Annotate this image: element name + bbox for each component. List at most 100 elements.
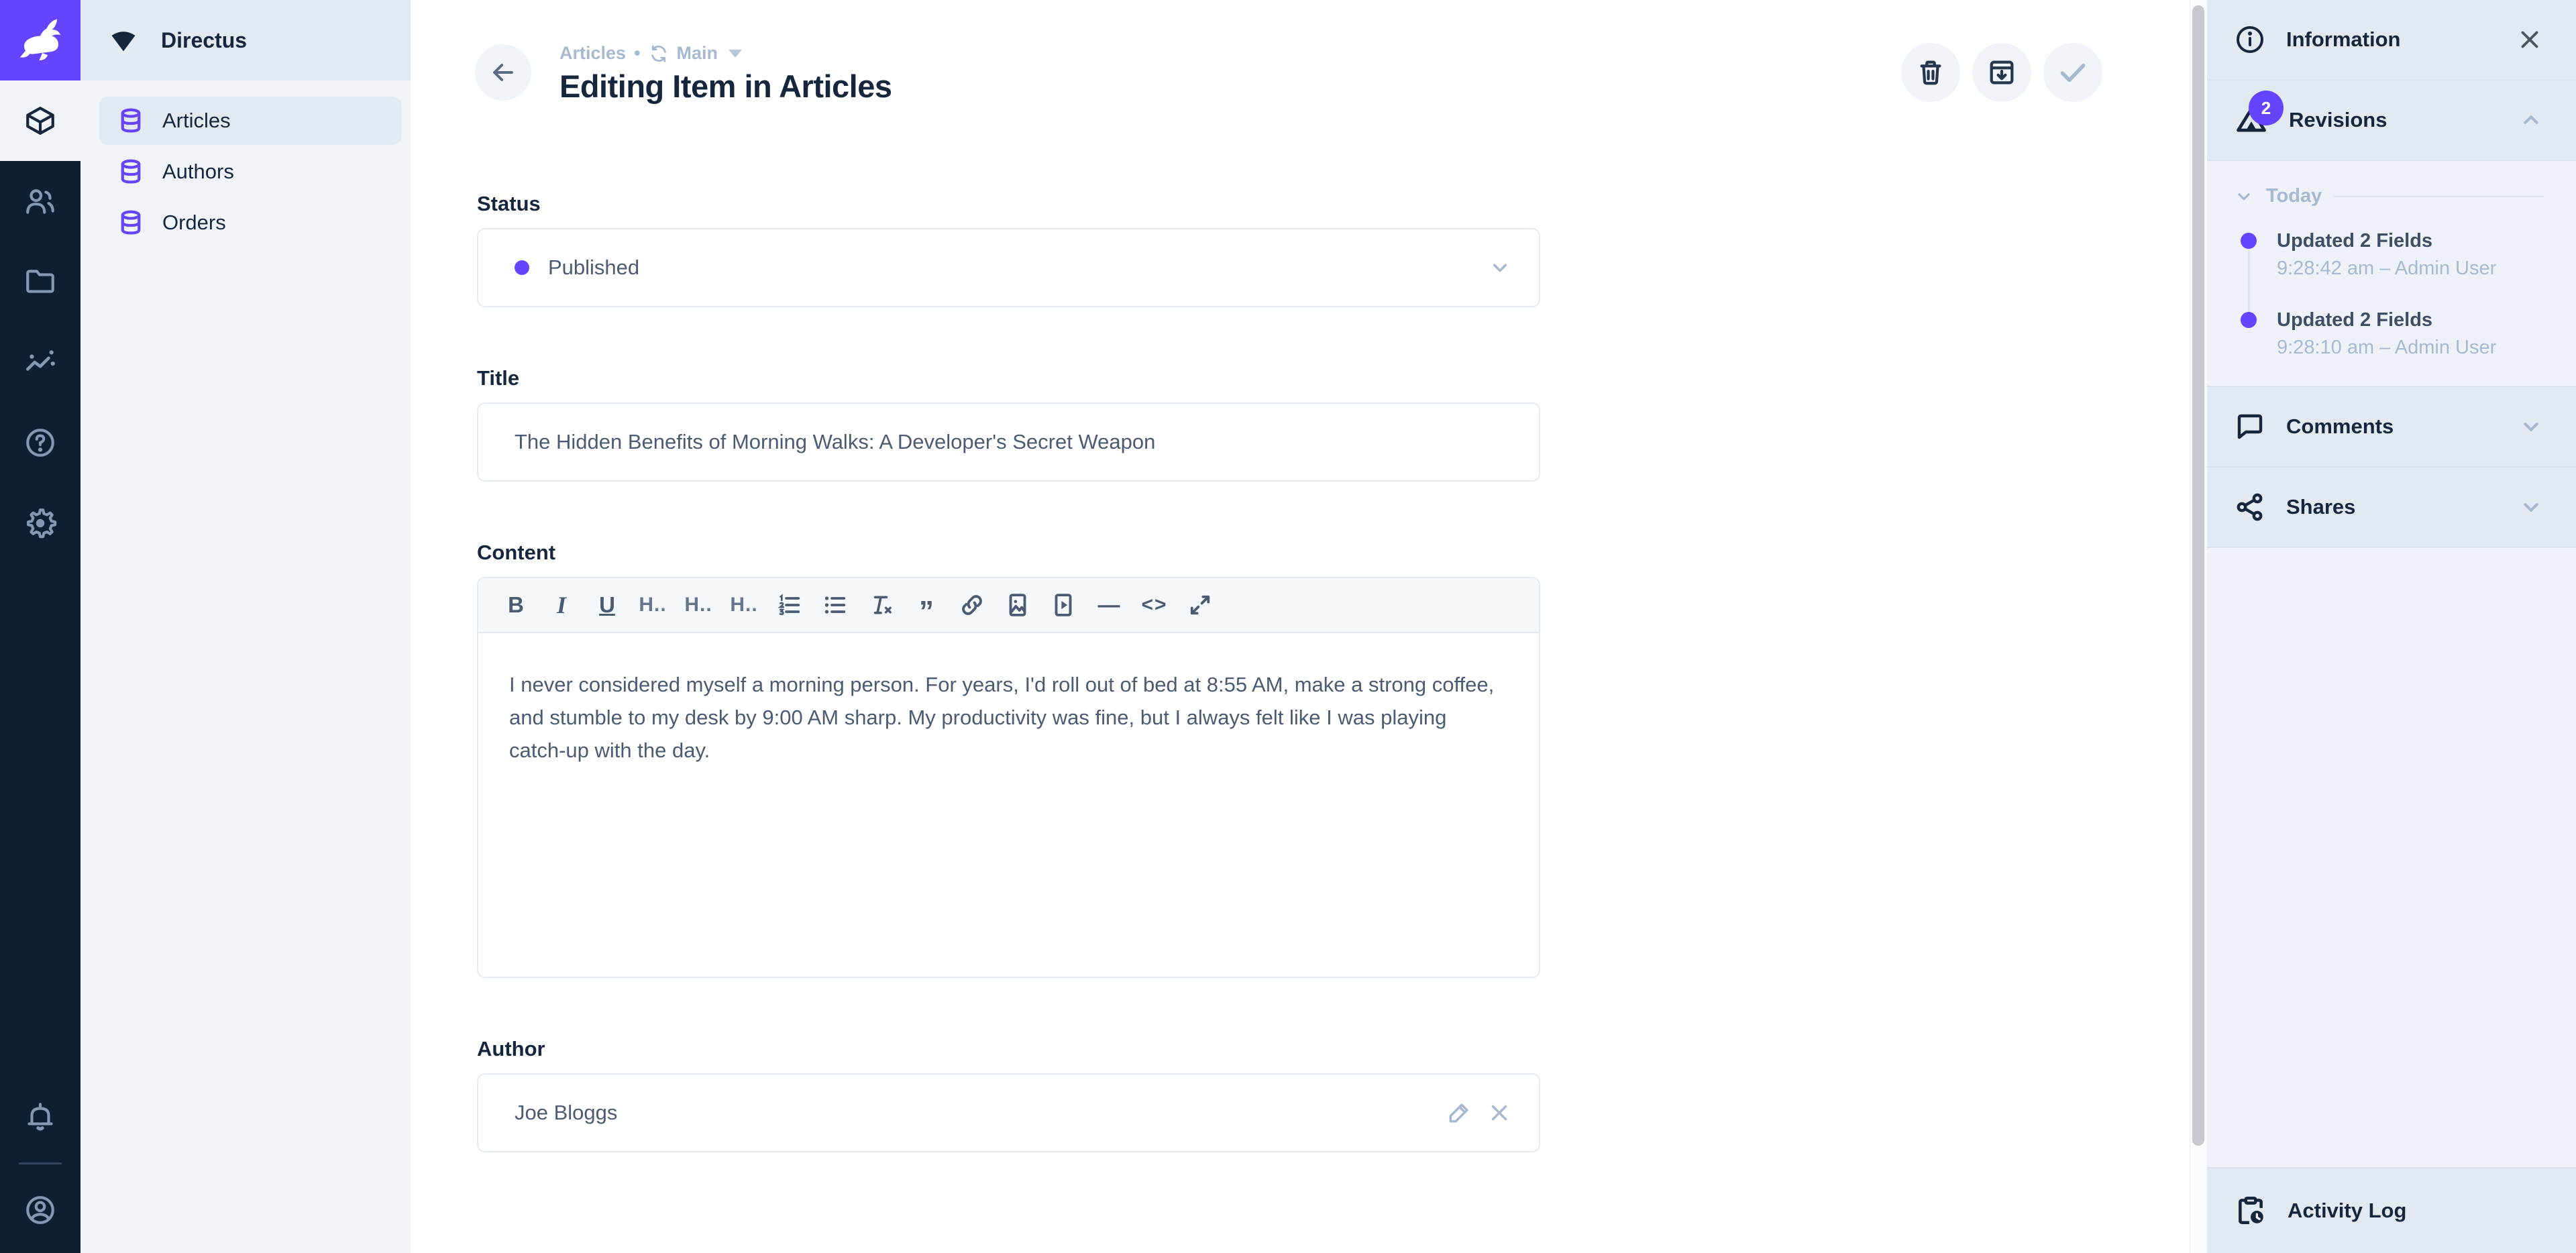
sidebar-item-authors[interactable]: Authors bbox=[99, 148, 401, 196]
blockquote-button[interactable]: ” bbox=[908, 586, 945, 624]
project-header[interactable]: Directus bbox=[80, 0, 411, 80]
breadcrumb-version[interactable]: Main bbox=[677, 43, 718, 64]
item-form: Status Published Title The Hidden Benefi… bbox=[411, 148, 1591, 1211]
horizontal-rule-button[interactable]: — bbox=[1090, 586, 1128, 624]
folder-icon bbox=[23, 265, 57, 298]
comment-icon bbox=[2234, 411, 2266, 443]
status-dot-icon bbox=[515, 260, 529, 275]
section-label: Revisions bbox=[2289, 108, 2498, 132]
close-icon[interactable] bbox=[2516, 25, 2544, 54]
status-dropdown[interactable]: Published bbox=[477, 228, 1540, 307]
video-button[interactable] bbox=[1044, 586, 1082, 624]
module-bar bbox=[0, 0, 80, 1253]
archive-button[interactable] bbox=[1972, 43, 2031, 102]
editor-toolbar: B I U H.. H.. H.. bbox=[478, 578, 1539, 633]
arrow-left-icon bbox=[488, 58, 518, 87]
revision-title: Updated 2 Fields bbox=[2277, 309, 2544, 331]
scrollbar-thumb[interactable] bbox=[2192, 5, 2204, 1146]
version-sync-icon bbox=[649, 44, 669, 64]
revisions-count-badge: 2 bbox=[2249, 91, 2284, 125]
user-menu-button[interactable] bbox=[0, 1170, 80, 1250]
activity-log-button[interactable]: Activity Log bbox=[2207, 1167, 2576, 1253]
ordered-list-button[interactable] bbox=[771, 586, 808, 624]
italic-button[interactable]: I bbox=[543, 586, 580, 624]
chevron-up-icon bbox=[2518, 107, 2544, 133]
box-content-icon bbox=[23, 104, 57, 138]
author-label: Author bbox=[477, 1037, 1591, 1061]
status-field: Status Published bbox=[477, 192, 1591, 307]
sidebar-item-articles[interactable]: Articles bbox=[99, 97, 401, 145]
rabbit-icon bbox=[15, 15, 66, 66]
deselect-icon[interactable] bbox=[1487, 1100, 1512, 1126]
divider bbox=[2334, 196, 2544, 197]
author-field: Author Joe Bloggs bbox=[477, 1037, 1591, 1152]
bullet-list-button[interactable] bbox=[816, 586, 854, 624]
revision-meta: 9:28:42 am – Admin User bbox=[2277, 258, 2544, 280]
save-button[interactable] bbox=[2043, 43, 2102, 102]
breadcrumb[interactable]: Articles • Main bbox=[559, 43, 1901, 64]
information-section[interactable]: Information bbox=[2207, 0, 2576, 80]
directus-logo[interactable] bbox=[0, 0, 80, 80]
module-docs[interactable] bbox=[0, 402, 80, 483]
delete-button[interactable] bbox=[1901, 43, 1960, 102]
module-files[interactable] bbox=[0, 241, 80, 322]
breadcrumb-separator: • bbox=[634, 43, 640, 64]
revision-group-label: Today bbox=[2266, 185, 2322, 207]
code-button[interactable]: <> bbox=[1136, 586, 1173, 624]
heading3-button[interactable]: H.. bbox=[725, 586, 763, 624]
title-input[interactable]: The Hidden Benefits of Morning Walks: A … bbox=[477, 402, 1540, 482]
project-name: Directus bbox=[161, 28, 247, 53]
underline-button[interactable]: U bbox=[588, 586, 626, 624]
shares-section[interactable]: Shares bbox=[2207, 468, 2576, 548]
rail-divider bbox=[19, 1162, 62, 1164]
page-title: Editing Item in Articles bbox=[559, 68, 1901, 105]
archive-icon bbox=[1986, 57, 2017, 88]
sidebar-item-label: Articles bbox=[162, 109, 231, 133]
edit-icon[interactable] bbox=[1446, 1100, 1472, 1126]
author-input[interactable]: Joe Bloggs bbox=[477, 1073, 1540, 1152]
back-button[interactable] bbox=[475, 44, 531, 101]
sidebar-item-label: Authors bbox=[162, 160, 234, 184]
status-value: Published bbox=[548, 256, 639, 280]
section-label: Activity Log bbox=[2288, 1199, 2549, 1223]
content-paragraph: I never considered myself a morning pers… bbox=[509, 668, 1508, 767]
right-sidebar: Information 2 Revisions bbox=[2207, 0, 2576, 1253]
module-content[interactable] bbox=[0, 80, 80, 161]
wysiwyg-editor: B I U H.. H.. H.. bbox=[477, 577, 1540, 978]
bold-button[interactable]: B bbox=[497, 586, 535, 624]
collection-list: Articles Authors Orders bbox=[80, 80, 411, 247]
fullscreen-button[interactable] bbox=[1181, 586, 1219, 624]
app-window: Directus Articles Authors bbox=[0, 0, 2576, 1253]
revisions-section[interactable]: 2 Revisions bbox=[2207, 80, 2576, 161]
breadcrumb-collection[interactable]: Articles bbox=[559, 43, 626, 64]
revision-item[interactable]: Updated 2 Fields 9:28:10 am – Admin User bbox=[2277, 309, 2544, 359]
heading2-button[interactable]: H.. bbox=[680, 586, 717, 624]
notifications-button[interactable] bbox=[0, 1077, 80, 1157]
image-button[interactable] bbox=[999, 586, 1036, 624]
collection-database-icon bbox=[117, 209, 145, 237]
activity-clipboard-icon bbox=[2234, 1194, 2267, 1228]
module-settings[interactable] bbox=[0, 483, 80, 563]
revision-dot-icon bbox=[2241, 312, 2257, 328]
author-value: Joe Bloggs bbox=[515, 1101, 617, 1125]
heading1-button[interactable]: H.. bbox=[634, 586, 672, 624]
chevron-down-icon[interactable] bbox=[1488, 256, 1512, 280]
sidebar-item-orders[interactable]: Orders bbox=[99, 199, 401, 247]
comments-section[interactable]: Comments bbox=[2207, 387, 2576, 468]
revision-item[interactable]: Updated 2 Fields 9:28:42 am – Admin User bbox=[2277, 230, 2544, 280]
clear-format-button[interactable] bbox=[862, 586, 900, 624]
revision-group-header[interactable]: Today bbox=[2234, 185, 2544, 207]
revisions-panel: Today Updated 2 Fields 9:28:42 am – Admi… bbox=[2207, 161, 2576, 387]
chevron-down-icon bbox=[2518, 494, 2544, 520]
link-button[interactable] bbox=[953, 586, 991, 624]
revision-list: Updated 2 Fields 9:28:42 am – Admin User… bbox=[2234, 230, 2544, 359]
section-label: Information bbox=[2286, 28, 2496, 52]
share-icon bbox=[2234, 491, 2266, 523]
module-users[interactable] bbox=[0, 161, 80, 241]
section-label: Shares bbox=[2286, 495, 2498, 519]
module-insights[interactable] bbox=[0, 322, 80, 402]
editor-body[interactable]: I never considered myself a morning pers… bbox=[478, 633, 1539, 977]
navigation-sidebar: Directus Articles Authors bbox=[80, 0, 411, 1253]
sidebar-filler bbox=[2207, 548, 2576, 1167]
users-icon bbox=[23, 184, 57, 218]
